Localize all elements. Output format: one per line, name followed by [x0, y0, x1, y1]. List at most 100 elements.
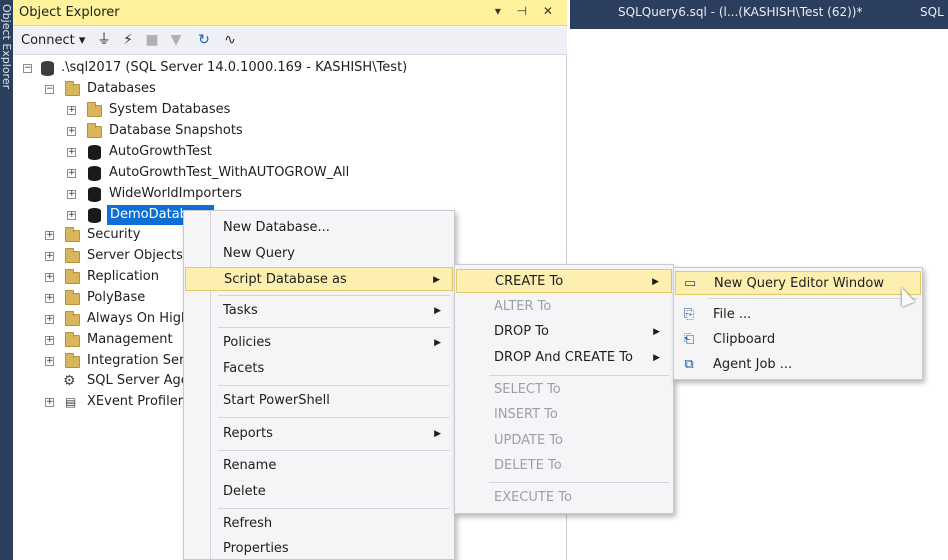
tab-strip-underline [570, 26, 948, 29]
menu-item-refresh[interactable]: Refresh [185, 512, 453, 536]
side-tab-label: Object Explorer [0, 4, 13, 90]
menu-item-tasks[interactable]: Tasks ▶ [185, 299, 453, 323]
tree-node-server[interactable]: − .\sql2017 (SQL Server 14.0.1000.169 - … [23, 58, 463, 78]
folder-icon [87, 123, 102, 138]
expand-icon[interactable]: + [67, 190, 76, 199]
tab-sqlquery6[interactable]: SQLQuery6.sql - (l...(KASHISH\Test (62))… [618, 5, 862, 19]
menu-separator [218, 417, 450, 418]
tree-label: Replication [87, 269, 159, 284]
expand-icon[interactable]: + [67, 148, 76, 157]
connect-icon[interactable]: ⏚ [95, 31, 113, 49]
tree-node-databases[interactable]: − Databases [45, 79, 245, 99]
tree-label: XEvent Profiler [87, 394, 184, 409]
expand-icon[interactable]: + [45, 273, 54, 282]
menu-item-create-to[interactable]: CREATE To ▶ [456, 269, 672, 293]
panel-window-controls[interactable]: ▾ ⊣ ✕ [495, 4, 559, 18]
tree-node-database[interactable]: + AutoGrowthTest_WithAUTOGROW_All [67, 163, 387, 183]
menu-separator [218, 327, 450, 328]
xevent-profiler-icon: ▤ [65, 395, 77, 409]
menu-item-rename[interactable]: Rename [185, 454, 453, 478]
menu-separator [218, 295, 450, 296]
folder-icon [87, 102, 102, 117]
expand-icon[interactable]: + [45, 252, 54, 261]
activity-monitor-icon[interactable]: ∿ [221, 31, 239, 49]
folder-icon [65, 353, 80, 368]
tree-label: Databases [87, 81, 156, 96]
folder-icon [65, 311, 80, 326]
database-icon [88, 208, 101, 223]
menu-separator [218, 385, 450, 386]
expand-icon[interactable]: + [67, 211, 76, 220]
menu-separator [489, 482, 669, 483]
folder-icon [65, 248, 80, 263]
expand-icon[interactable]: + [45, 231, 54, 240]
menu-item-alter-to: ALTER To [494, 299, 552, 314]
menu-separator [708, 298, 918, 299]
context-menu: New Database... New Query Script Databas… [183, 210, 455, 560]
expand-icon[interactable]: + [67, 106, 76, 115]
menu-item-update-to: UPDATE To [494, 433, 563, 448]
folder-icon [65, 81, 80, 96]
menu-item-delete[interactable]: Delete [185, 480, 453, 504]
menu-item-file[interactable]: ⎘ File ... [675, 303, 921, 327]
expand-icon[interactable]: + [45, 398, 54, 407]
menu-separator [218, 450, 450, 451]
collapse-icon[interactable]: − [45, 85, 54, 94]
refresh-icon[interactable]: ↻ [195, 31, 213, 49]
script-database-as-submenu: CREATE To ▶ ALTER To DROP To ▶ DROP And CR… [454, 264, 674, 514]
menu-item-agent-job[interactable]: ⧉ Agent Job ... [675, 353, 921, 377]
save-file-icon: ⎘ [683, 307, 695, 322]
tab-sql[interactable]: SQL [920, 5, 944, 19]
server-icon [41, 61, 54, 76]
submenu-arrow-icon: ▶ [653, 353, 660, 363]
create-to-submenu: ▭ New Query Editor Window ⎘ File ... ⎗ C… [673, 267, 923, 380]
menu-separator [218, 508, 450, 509]
panel-title: Object Explorer [19, 5, 120, 20]
sql-agent-icon: ⚙ [63, 373, 76, 389]
tree-node-database[interactable]: + AutoGrowthTest [67, 142, 267, 162]
stop-icon[interactable]: ■ [143, 31, 161, 49]
tree-node-database-snapshots[interactable]: + Database Snapshots [67, 121, 267, 141]
expand-icon[interactable]: + [67, 169, 76, 178]
filter-icon[interactable]: ▼ [167, 31, 185, 49]
tree-node-database[interactable]: + WideWorldImporters [67, 184, 307, 204]
menu-item-script-database-as[interactable]: Script Database as ▶ [185, 267, 453, 291]
menu-item-facets[interactable]: Facets [185, 357, 453, 381]
menu-item-new-query[interactable]: New Query [185, 242, 453, 266]
submenu-arrow-icon: ▶ [434, 338, 441, 348]
object-explorer-toolbar: Connect ▾ ⏚ ⚡ ■ ▼ ↻ ∿ [13, 27, 567, 55]
connect-button[interactable]: Connect ▾ [21, 33, 85, 48]
submenu-arrow-icon: ▶ [433, 275, 440, 285]
object-explorer-side-tab[interactable]: Object Explorer [0, 0, 13, 560]
agent-job-icon: ⧉ [684, 357, 694, 372]
menu-separator [489, 375, 669, 376]
new-query-window-icon: ▭ [683, 276, 697, 291]
expand-icon[interactable]: + [45, 315, 54, 324]
expand-icon[interactable]: + [45, 336, 54, 345]
tree-node-system-databases[interactable]: + System Databases [67, 100, 267, 120]
menu-item-new-query-editor-window[interactable]: ▭ New Query Editor Window [675, 271, 921, 295]
disconnect-icon[interactable]: ⚡ [119, 31, 137, 49]
menu-item-drop-and-create-to[interactable]: DROP And CREATE To ▶ [456, 346, 672, 370]
folder-icon [65, 332, 80, 347]
clipboard-icon: ⎗ [683, 332, 695, 347]
expand-icon[interactable]: + [45, 357, 54, 366]
expand-icon[interactable]: + [45, 294, 54, 303]
menu-item-start-powershell[interactable]: Start PowerShell [185, 389, 453, 413]
expand-icon[interactable]: + [67, 127, 76, 136]
menu-item-reports[interactable]: Reports ▶ [185, 422, 453, 446]
menu-item-clipboard[interactable]: ⎗ Clipboard [675, 328, 921, 352]
database-icon [88, 166, 101, 181]
menu-item-policies[interactable]: Policies ▶ [185, 331, 453, 355]
collapse-icon[interactable]: − [23, 64, 32, 73]
submenu-arrow-icon: ▶ [652, 277, 659, 287]
tree-label: Server Objects [87, 248, 183, 263]
menu-item-properties[interactable]: Properties [185, 537, 453, 560]
menu-item-new-database[interactable]: New Database... [185, 216, 453, 240]
tree-label: AutoGrowthTest [109, 144, 212, 159]
menu-item-insert-to: INSERT To [494, 407, 558, 422]
folder-icon [65, 290, 80, 305]
tree-label: Management [87, 332, 173, 347]
submenu-arrow-icon: ▶ [434, 429, 441, 439]
menu-item-drop-to[interactable]: DROP To ▶ [456, 320, 672, 344]
